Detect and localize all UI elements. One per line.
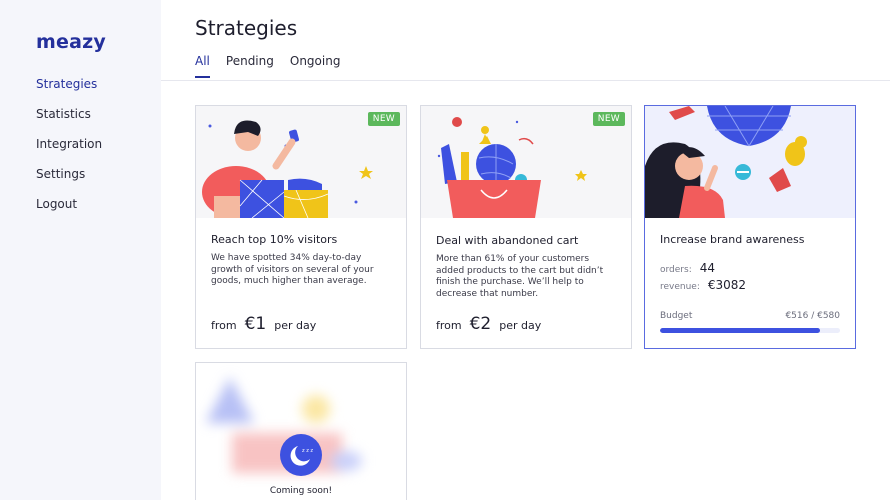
sidebar: meazy Strategies Statistics Integration … [0,0,161,500]
price-unit: per day [499,319,542,332]
card-price: from €1 per day [211,314,316,334]
sidebar-item-strategies[interactable]: Strategies [36,76,102,106]
orders-label: orders: [660,265,692,275]
blurred-illustration [196,363,406,500]
tab-pending[interactable]: Pending [226,54,274,78]
card-price: from €2 per day [436,314,541,334]
tab-divider [161,80,890,81]
card-title: Increase brand awareness [660,233,805,246]
price-amount: €1 [244,314,267,334]
woman-umbrella-illustration [645,106,807,218]
orders-metric: orders: 44 [660,261,715,275]
tab-ongoing[interactable]: Ongoing [290,54,341,78]
coming-soon-card: z z z Coming soon! [195,362,407,500]
sidebar-nav: Strategies Statistics Integration Settin… [36,76,102,226]
orders-value: 44 [699,261,716,275]
strategy-card-brand-awareness[interactable]: Increase brand awareness orders: 44 reve… [644,105,856,349]
new-badge: NEW [592,112,625,126]
price-unit: per day [274,319,317,332]
budget-progress-track [660,328,840,333]
revenue-value: €3082 [707,278,747,292]
price-amount: €2 [469,314,492,334]
card-description: More than 61% of your customers added pr… [436,254,604,299]
coming-soon-label: Coming soon! [269,486,333,496]
sidebar-item-settings[interactable]: Settings [36,166,102,196]
sidebar-item-logout[interactable]: Logout [36,196,102,226]
card-description: We have spotted 34% day-to-day growth of… [211,253,374,286]
sidebar-item-integration[interactable]: Integration [36,136,102,166]
card-title: Deal with abandoned cart [436,234,579,247]
revenue-metric: revenue: €3082 [660,278,746,292]
strategy-card-abandoned-cart[interactable]: NEW Deal with abandoned cart More than 6… [420,105,632,349]
budget-value: €516 / €580 [785,311,840,321]
sidebar-item-statistics[interactable]: Statistics [36,106,102,136]
moon-sleep-icon: z z z [280,434,322,476]
tab-all[interactable]: All [195,54,210,78]
strategy-card-reach-visitors[interactable]: NEW Reach top 10% visitors We have spott… [195,105,407,349]
tab-bar: All Pending Ongoing [195,54,340,78]
card-illustration [645,106,855,218]
svg-text:z z z: z z z [302,448,313,454]
main-content: Strategies All Pending Ongoing NEW Reach… [161,0,890,500]
budget-progress-fill [660,328,821,333]
revenue-label: revenue: [660,282,700,292]
card-title: Reach top 10% visitors [211,233,338,246]
new-badge: NEW [367,112,400,126]
price-from-label: from [436,319,462,332]
page-title: Strategies [195,16,298,40]
app-logo[interactable]: meazy [36,31,106,53]
price-from-label: from [211,319,237,332]
budget-label: Budget [660,311,693,321]
